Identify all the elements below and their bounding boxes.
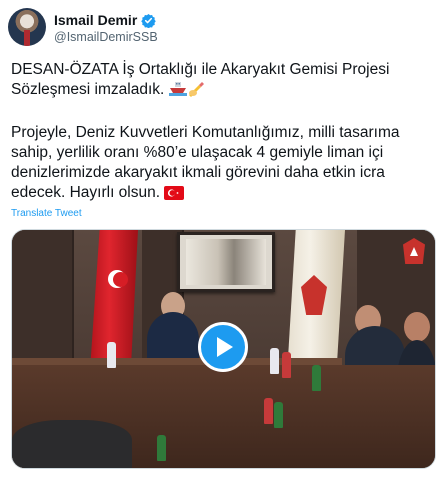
bottle xyxy=(274,402,283,428)
author-display-name[interactable]: Ismail Demir xyxy=(54,12,137,28)
bottle xyxy=(157,435,166,461)
writing-hand-emoji xyxy=(187,81,205,103)
video-player[interactable] xyxy=(11,229,436,469)
translate-tweet-link[interactable]: Translate Tweet xyxy=(11,208,82,219)
verified-badge-icon xyxy=(141,13,157,28)
turkey-flag-emoji xyxy=(164,186,185,206)
bottle xyxy=(264,398,273,424)
tweet-line-2: Projeyle, Deniz Kuvvetleri Komutanlığımı… xyxy=(11,124,400,201)
bottle xyxy=(107,342,116,368)
play-button[interactable] xyxy=(198,322,248,372)
tweet-text: DESAN-ÖZATA İş Ortaklığı ile Akaryakıt G… xyxy=(11,60,431,206)
ssb-flag-image xyxy=(287,230,345,375)
avatar[interactable] xyxy=(8,8,46,46)
bottle xyxy=(282,352,291,378)
person-foreground xyxy=(12,420,132,468)
bottle xyxy=(312,365,321,391)
wall-portrait xyxy=(177,232,275,292)
play-icon xyxy=(217,337,233,357)
ship-emoji xyxy=(168,81,187,103)
author-name-row: Ismail Demir xyxy=(54,12,157,28)
person-head xyxy=(404,312,430,342)
author-handle[interactable]: @IsmailDemirSSB xyxy=(54,30,158,44)
tweet-header: Ismail Demir @IsmailDemirSSB xyxy=(8,8,438,48)
bottle xyxy=(270,348,279,374)
